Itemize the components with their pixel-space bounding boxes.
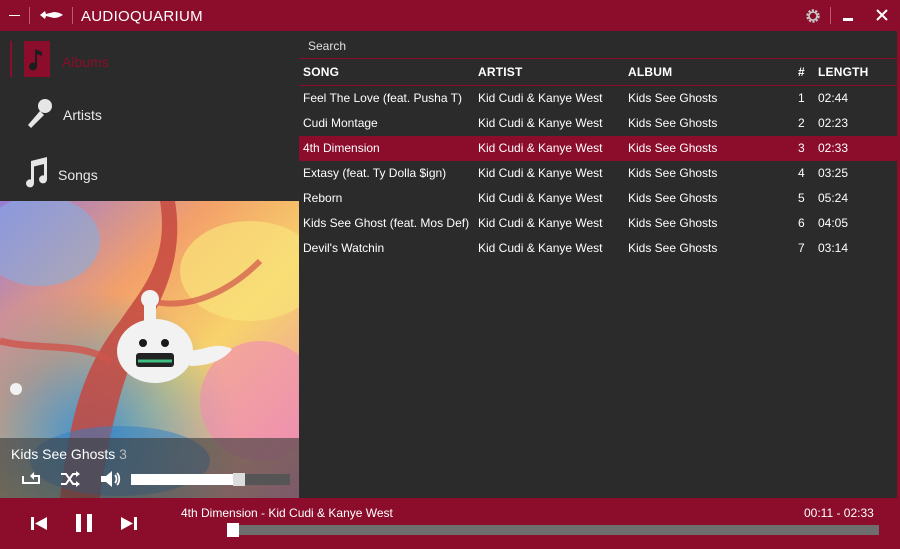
column-header-length[interactable]: LENGTH: [818, 65, 869, 79]
active-indicator: [10, 41, 12, 77]
table-row[interactable]: 4th Dimension Kid Cudi & Kanye West Kids S…: [299, 136, 897, 161]
table-row[interactable]: Reborn Kid Cudi & Kanye West Kids See Ghos…: [299, 186, 897, 211]
sidebar-item-label: Songs: [58, 167, 98, 183]
album-cell: Kids See Ghosts: [628, 241, 718, 255]
track-number-cell: 2: [798, 116, 805, 130]
sidebar-item-artists[interactable]: Artists: [0, 89, 299, 145]
album-cell: Kids See Ghosts: [628, 191, 718, 205]
sidebar-item-songs[interactable]: Songs: [0, 149, 299, 205]
volume-thumb[interactable]: [233, 473, 245, 486]
column-header-artist[interactable]: ARTIST: [478, 65, 523, 79]
playback-time: 00:11 - 02:33: [804, 506, 874, 520]
column-header-album[interactable]: ALBUM: [628, 65, 672, 79]
minimize-icon[interactable]: [843, 18, 853, 21]
seek-thumb[interactable]: [227, 523, 239, 537]
divider: [72, 7, 73, 24]
column-header-song[interactable]: SONG: [303, 65, 339, 79]
collapse-icon[interactable]: [9, 15, 20, 16]
table-row[interactable]: Devil's Watchin Kid Cudi & Kanye West Kids…: [299, 236, 897, 261]
player-bar: 4th Dimension - Kid Cudi & Kanye West 00…: [0, 498, 900, 549]
track-number-cell: 3: [798, 141, 805, 155]
repeat-icon[interactable]: [20, 470, 42, 488]
sidebar-item-label: Albums: [62, 54, 109, 70]
artist-cell: Kid Cudi & Kanye West: [478, 116, 603, 130]
album-cell: Kids See Ghosts: [628, 116, 718, 130]
track-number-cell: 7: [798, 241, 805, 255]
seek-bar[interactable]: [177, 525, 879, 535]
length-cell: 05:24: [818, 191, 849, 205]
song-cell: Reborn: [303, 191, 343, 205]
close-icon[interactable]: [875, 8, 889, 22]
track-number-cell: 6: [798, 216, 805, 230]
music-note-icon: [24, 41, 50, 77]
app-title: AUDIOQUARIUM: [81, 8, 203, 25]
table-row[interactable]: Feel The Love (feat. Pusha T) Kid Cudi & …: [299, 86, 897, 111]
length-cell: 02:23: [818, 116, 849, 130]
table-header: SONG ARTIST ALBUM # LENGTH: [299, 59, 897, 86]
divider: [29, 7, 30, 24]
album-title: Kids See Ghosts 3: [11, 446, 127, 462]
length-cell: 02:33: [818, 141, 849, 155]
divider: [830, 7, 831, 24]
sidebar-item-albums[interactable]: Albums: [0, 31, 299, 87]
album-cell: Kids See Ghosts: [628, 91, 718, 105]
length-cell: 03:25: [818, 166, 849, 180]
song-cell: Devil's Watchin: [303, 241, 385, 255]
track-number-cell: 4: [798, 166, 805, 180]
song-cell: Cudi Montage: [303, 116, 378, 130]
microphone-icon: [28, 99, 52, 128]
length-cell: 04:05: [818, 216, 849, 230]
table-row[interactable]: Cudi Montage Kid Cudi & Kanye West Kids Se…: [299, 111, 897, 136]
artist-cell: Kid Cudi & Kanye West: [478, 141, 603, 155]
volume-slider[interactable]: [131, 474, 290, 485]
song-cell: Extasy (feat. Ty Dolla $ign): [303, 166, 447, 180]
column-header-number[interactable]: #: [798, 65, 805, 79]
main-panel: Search SONG ARTIST ALBUM # LENGTH Feel T…: [299, 31, 897, 498]
song-cell: Kids See Ghost (feat. Mos Def): [303, 216, 470, 230]
sidebar-item-label: Artists: [63, 107, 102, 123]
length-cell: 03:14: [818, 241, 849, 255]
music-notes-icon: [26, 157, 48, 188]
artist-cell: Kid Cudi & Kanye West: [478, 166, 603, 180]
table-row[interactable]: Extasy (feat. Ty Dolla $ign) Kid Cudi & K…: [299, 161, 897, 186]
previous-track-icon[interactable]: [30, 516, 48, 531]
volume-fill: [131, 474, 246, 485]
volume-icon[interactable]: [100, 470, 122, 488]
pause-icon[interactable]: [75, 513, 93, 533]
artist-cell: Kid Cudi & Kanye West: [478, 91, 603, 105]
song-cell: Feel The Love (feat. Pusha T): [303, 91, 462, 105]
album-track-number: 3: [119, 446, 127, 462]
album-cell: Kids See Ghosts: [628, 166, 718, 180]
song-cell: 4th Dimension: [303, 141, 380, 155]
search-input[interactable]: Search: [308, 39, 346, 53]
track-number-cell: 1: [798, 91, 805, 105]
artist-cell: Kid Cudi & Kanye West: [478, 191, 603, 205]
now-playing-text: 4th Dimension - Kid Cudi & Kanye West: [181, 506, 393, 520]
shuffle-icon[interactable]: [59, 470, 81, 488]
table-row[interactable]: Kids See Ghost (feat. Mos Def) Kid Cudi &…: [299, 211, 897, 236]
sidebar: Albums Artists Songs: [0, 31, 299, 201]
fish-logo-icon: [40, 11, 63, 19]
title-bar: AUDIOQUARIUM: [0, 0, 900, 31]
gear-icon[interactable]: [804, 7, 822, 25]
artist-cell: Kid Cudi & Kanye West: [478, 241, 603, 255]
track-number-cell: 5: [798, 191, 805, 205]
seek-fill: [177, 525, 228, 535]
album-cell: Kids See Ghosts: [628, 216, 718, 230]
length-cell: 02:44: [818, 91, 849, 105]
artist-cell: Kid Cudi & Kanye West: [478, 216, 603, 230]
next-track-icon[interactable]: [120, 516, 138, 531]
album-cell: Kids See Ghosts: [628, 141, 718, 155]
